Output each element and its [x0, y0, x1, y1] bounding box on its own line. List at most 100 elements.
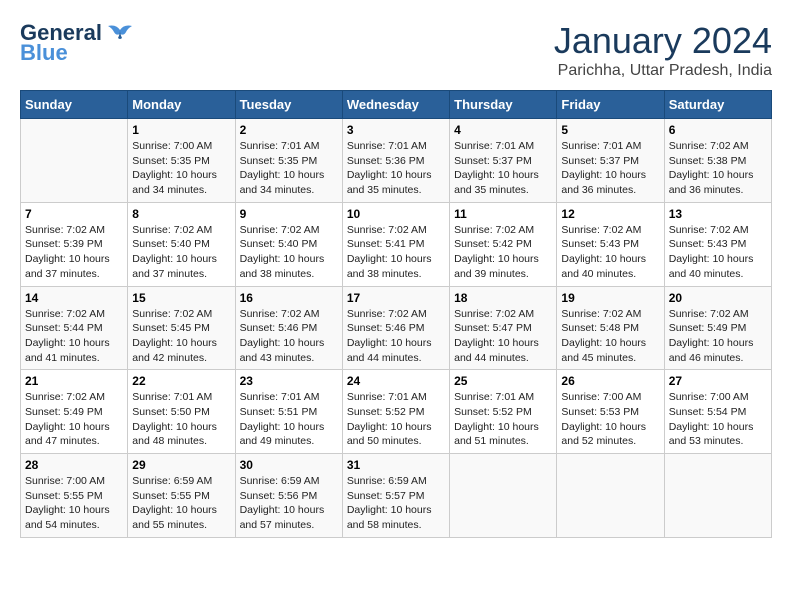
header-cell-sunday: Sunday — [21, 91, 128, 119]
cell-content: Sunrise: 7:02 AM Sunset: 5:46 PM Dayligh… — [347, 307, 445, 366]
day-number: 21 — [25, 374, 123, 388]
logo: General Blue — [20, 20, 134, 66]
calendar-cell: 31 Sunrise: 6:59 AM Sunset: 5:57 PM Dayli… — [342, 454, 449, 538]
week-row-4: 21 Sunrise: 7:02 AM Sunset: 5:49 PM Dayli… — [21, 370, 772, 454]
cell-content: Sunrise: 7:01 AM Sunset: 5:37 PM Dayligh… — [454, 139, 552, 198]
calendar-cell: 12 Sunrise: 7:02 AM Sunset: 5:43 PM Dayli… — [557, 202, 664, 286]
calendar-header: SundayMondayTuesdayWednesdayThursdayFrid… — [21, 91, 772, 119]
calendar-cell: 28 Sunrise: 7:00 AM Sunset: 5:55 PM Dayli… — [21, 454, 128, 538]
calendar-cell: 6 Sunrise: 7:02 AM Sunset: 5:38 PM Daylig… — [664, 119, 771, 203]
day-number: 18 — [454, 291, 552, 305]
cell-content: Sunrise: 7:02 AM Sunset: 5:41 PM Dayligh… — [347, 223, 445, 282]
bird-icon — [106, 22, 134, 44]
cell-content: Sunrise: 7:00 AM Sunset: 5:53 PM Dayligh… — [561, 390, 659, 449]
day-number: 19 — [561, 291, 659, 305]
cell-content: Sunrise: 7:02 AM Sunset: 5:42 PM Dayligh… — [454, 223, 552, 282]
calendar-cell: 21 Sunrise: 7:02 AM Sunset: 5:49 PM Dayli… — [21, 370, 128, 454]
calendar-cell: 14 Sunrise: 7:02 AM Sunset: 5:44 PM Dayli… — [21, 286, 128, 370]
header-cell-friday: Friday — [557, 91, 664, 119]
cell-content: Sunrise: 7:02 AM Sunset: 5:44 PM Dayligh… — [25, 307, 123, 366]
header-row: SundayMondayTuesdayWednesdayThursdayFrid… — [21, 91, 772, 119]
calendar-cell — [21, 119, 128, 203]
month-year-title: January 2024 — [554, 20, 772, 62]
calendar-cell: 9Sunrise: 7:02 AM Sunset: 5:40 PM Daylig… — [235, 202, 342, 286]
calendar-cell: 20 Sunrise: 7:02 AM Sunset: 5:49 PM Dayli… — [664, 286, 771, 370]
day-number: 29 — [132, 458, 230, 472]
calendar-cell: 3 Sunrise: 7:01 AM Sunset: 5:36 PM Daylig… — [342, 119, 449, 203]
calendar-cell: 11Sunrise: 7:02 AM Sunset: 5:42 PM Dayli… — [450, 202, 557, 286]
cell-content: Sunrise: 7:02 AM Sunset: 5:49 PM Dayligh… — [25, 390, 123, 449]
week-row-1: 1Sunrise: 7:00 AM Sunset: 5:35 PM Daylig… — [21, 119, 772, 203]
calendar-cell: 19 Sunrise: 7:02 AM Sunset: 5:48 PM Dayli… — [557, 286, 664, 370]
day-number: 8 — [132, 207, 230, 221]
day-number: 23 — [240, 374, 338, 388]
day-number: 14 — [25, 291, 123, 305]
cell-content: Sunrise: 7:02 AM Sunset: 5:47 PM Dayligh… — [454, 307, 552, 366]
calendar-cell: 10 Sunrise: 7:02 AM Sunset: 5:41 PM Dayli… — [342, 202, 449, 286]
cell-content: Sunrise: 7:02 AM Sunset: 5:48 PM Dayligh… — [561, 307, 659, 366]
week-row-2: 7 Sunrise: 7:02 AM Sunset: 5:39 PM Daylig… — [21, 202, 772, 286]
calendar-cell: 13Sunrise: 7:02 AM Sunset: 5:43 PM Dayli… — [664, 202, 771, 286]
location-text: Parichha, Uttar Pradesh, India — [554, 62, 772, 80]
calendar-cell: 16Sunrise: 7:02 AM Sunset: 5:46 PM Dayli… — [235, 286, 342, 370]
cell-content: Sunrise: 6:59 AM Sunset: 5:57 PM Dayligh… — [347, 474, 445, 533]
cell-content: Sunrise: 7:02 AM Sunset: 5:43 PM Dayligh… — [561, 223, 659, 282]
week-row-5: 28 Sunrise: 7:00 AM Sunset: 5:55 PM Dayli… — [21, 454, 772, 538]
calendar-cell: 26 Sunrise: 7:00 AM Sunset: 5:53 PM Dayli… — [557, 370, 664, 454]
cell-content: Sunrise: 7:02 AM Sunset: 5:40 PM Dayligh… — [132, 223, 230, 282]
day-number: 10 — [347, 207, 445, 221]
header-cell-wednesday: Wednesday — [342, 91, 449, 119]
day-number: 20 — [669, 291, 767, 305]
day-number: 12 — [561, 207, 659, 221]
cell-content: Sunrise: 7:01 AM Sunset: 5:52 PM Dayligh… — [347, 390, 445, 449]
day-number: 3 — [347, 123, 445, 137]
day-number: 26 — [561, 374, 659, 388]
cell-content: Sunrise: 7:01 AM Sunset: 5:35 PM Dayligh… — [240, 139, 338, 198]
cell-content: Sunrise: 7:02 AM Sunset: 5:43 PM Dayligh… — [669, 223, 767, 282]
calendar-cell: 17Sunrise: 7:02 AM Sunset: 5:46 PM Dayli… — [342, 286, 449, 370]
week-row-3: 14 Sunrise: 7:02 AM Sunset: 5:44 PM Dayli… — [21, 286, 772, 370]
calendar-cell: 25 Sunrise: 7:01 AM Sunset: 5:52 PM Dayli… — [450, 370, 557, 454]
day-number: 25 — [454, 374, 552, 388]
cell-content: Sunrise: 7:02 AM Sunset: 5:49 PM Dayligh… — [669, 307, 767, 366]
calendar-body: 1Sunrise: 7:00 AM Sunset: 5:35 PM Daylig… — [21, 119, 772, 538]
calendar-cell: 7 Sunrise: 7:02 AM Sunset: 5:39 PM Daylig… — [21, 202, 128, 286]
cell-content: Sunrise: 7:02 AM Sunset: 5:45 PM Dayligh… — [132, 307, 230, 366]
cell-content: Sunrise: 7:02 AM Sunset: 5:40 PM Dayligh… — [240, 223, 338, 282]
calendar-cell — [450, 454, 557, 538]
day-number: 27 — [669, 374, 767, 388]
cell-content: Sunrise: 7:02 AM Sunset: 5:38 PM Dayligh… — [669, 139, 767, 198]
cell-content: Sunrise: 7:00 AM Sunset: 5:54 PM Dayligh… — [669, 390, 767, 449]
cell-content: Sunrise: 7:00 AM Sunset: 5:55 PM Dayligh… — [25, 474, 123, 533]
cell-content: Sunrise: 7:01 AM Sunset: 5:36 PM Dayligh… — [347, 139, 445, 198]
header-cell-tuesday: Tuesday — [235, 91, 342, 119]
calendar-cell: 23Sunrise: 7:01 AM Sunset: 5:51 PM Dayli… — [235, 370, 342, 454]
calendar-cell: 24Sunrise: 7:01 AM Sunset: 5:52 PM Dayli… — [342, 370, 449, 454]
calendar-cell: 30 Sunrise: 6:59 AM Sunset: 5:56 PM Dayli… — [235, 454, 342, 538]
day-number: 6 — [669, 123, 767, 137]
logo-blue: Blue — [20, 40, 68, 66]
cell-content: Sunrise: 7:02 AM Sunset: 5:46 PM Dayligh… — [240, 307, 338, 366]
day-number: 31 — [347, 458, 445, 472]
cell-content: Sunrise: 7:01 AM Sunset: 5:52 PM Dayligh… — [454, 390, 552, 449]
cell-content: Sunrise: 7:01 AM Sunset: 5:37 PM Dayligh… — [561, 139, 659, 198]
day-number: 7 — [25, 207, 123, 221]
calendar-cell: 1Sunrise: 7:00 AM Sunset: 5:35 PM Daylig… — [128, 119, 235, 203]
calendar-cell — [664, 454, 771, 538]
cell-content: Sunrise: 7:01 AM Sunset: 5:50 PM Dayligh… — [132, 390, 230, 449]
header-cell-thursday: Thursday — [450, 91, 557, 119]
day-number: 2 — [240, 123, 338, 137]
day-number: 30 — [240, 458, 338, 472]
calendar-cell: 18 Sunrise: 7:02 AM Sunset: 5:47 PM Dayli… — [450, 286, 557, 370]
cell-content: Sunrise: 6:59 AM Sunset: 5:56 PM Dayligh… — [240, 474, 338, 533]
cell-content: Sunrise: 6:59 AM Sunset: 5:55 PM Dayligh… — [132, 474, 230, 533]
title-block: January 2024 Parichha, Uttar Pradesh, In… — [554, 20, 772, 80]
day-number: 5 — [561, 123, 659, 137]
day-number: 1 — [132, 123, 230, 137]
day-number: 28 — [25, 458, 123, 472]
calendar-table: SundayMondayTuesdayWednesdayThursdayFrid… — [20, 90, 772, 538]
cell-content: Sunrise: 7:02 AM Sunset: 5:39 PM Dayligh… — [25, 223, 123, 282]
calendar-cell: 2 Sunrise: 7:01 AM Sunset: 5:35 PM Daylig… — [235, 119, 342, 203]
calendar-cell: 8 Sunrise: 7:02 AM Sunset: 5:40 PM Daylig… — [128, 202, 235, 286]
calendar-cell: 5 Sunrise: 7:01 AM Sunset: 5:37 PM Daylig… — [557, 119, 664, 203]
